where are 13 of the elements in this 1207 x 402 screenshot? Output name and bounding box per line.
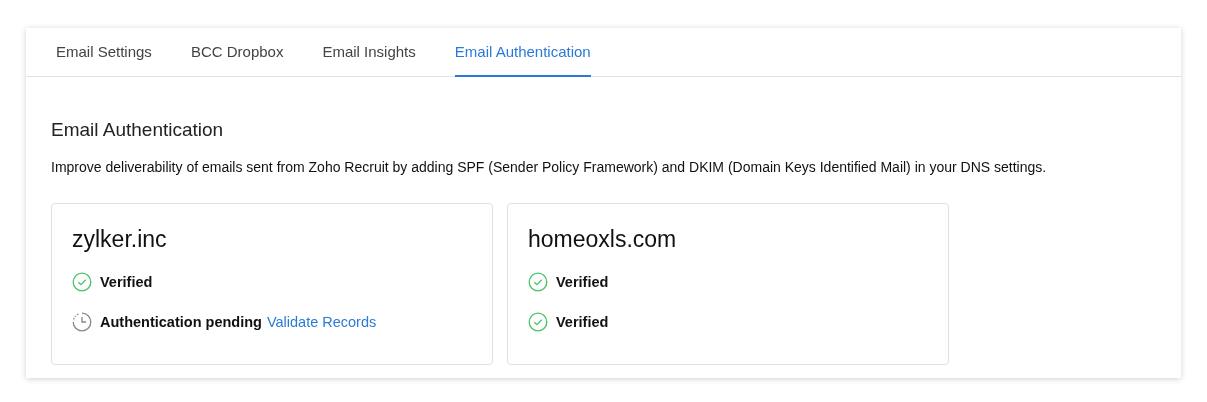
validate-records-link[interactable]: Validate Records [266,314,377,330]
tab[interactable]: Email Authentication [454,28,591,77]
domain-name: homeoxls.com [528,226,678,253]
tab[interactable]: Email Settings [56,28,152,77]
status-label: Verified [556,274,609,290]
status-label: Verified [100,274,153,290]
section-description: Improve deliverability of emails sent from Zoho Recruit by adding SPF (Sender Policy Framework) and DKIM (Domain Keys Identified Mail) in your DNS settings. [51,159,1048,175]
tab[interactable]: Email Insights [322,28,416,77]
status-label: Verified [556,314,609,330]
tab[interactable]: BCC Dropbox [190,28,284,77]
status-label: Authentication pending [100,314,262,330]
section-title: Email Authentication [51,119,225,141]
domain-name: zylker.inc [72,226,168,253]
